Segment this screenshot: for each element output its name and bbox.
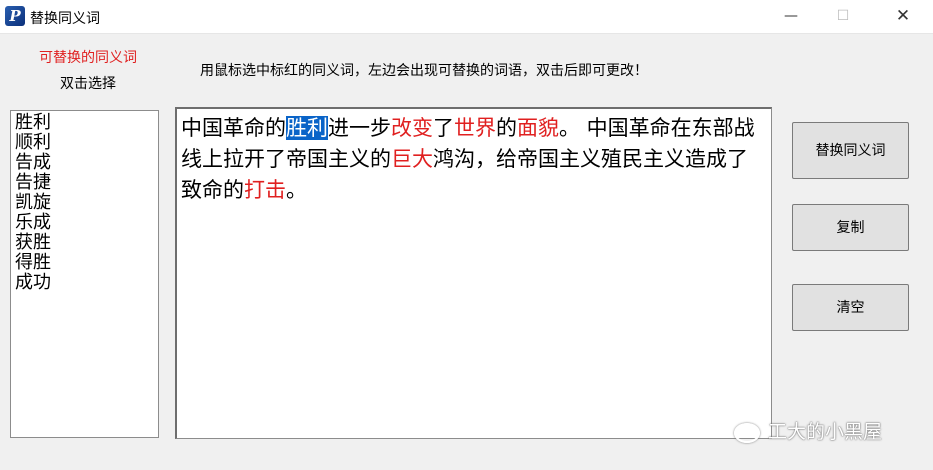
list-item[interactable]: 顺利 xyxy=(15,133,154,153)
text-segment: 。 xyxy=(286,178,307,202)
maximize-button[interactable]: ☐ xyxy=(820,0,866,33)
main-window: P 替换同义词 — ☐ ✕ 可替换的同义词 双击选择 用鼠标选中标红的同义词，左… xyxy=(0,0,933,470)
close-button[interactable]: ✕ xyxy=(880,0,926,33)
minimize-button[interactable]: — xyxy=(768,0,814,33)
list-item[interactable]: 获胜 xyxy=(15,233,154,253)
app-icon: P xyxy=(5,6,25,26)
clear-button[interactable]: 清空 xyxy=(792,284,909,331)
synonym-word[interactable]: 打击 xyxy=(244,178,286,202)
double-click-hint: 双击选择 xyxy=(60,76,116,92)
list-item[interactable]: 告捷 xyxy=(15,173,154,193)
synonym-listbox[interactable]: 胜利 顺利 告成 告捷 凯旋 乐成 获胜 得胜 成功 xyxy=(10,110,159,438)
window-title: 替换同义词 xyxy=(30,11,100,27)
list-item[interactable]: 成功 xyxy=(15,273,154,293)
list-item[interactable]: 胜利 xyxy=(15,113,154,133)
watermark-text: 工大的小黑屋 xyxy=(768,421,883,443)
synonym-word[interactable]: 面貌 xyxy=(517,116,559,140)
instruction-text: 用鼠标选中标红的同义词，左边会出现可替换的词语，双击后即可更改！ xyxy=(200,63,648,79)
watermark: 工大的小黑屋 xyxy=(734,417,882,444)
list-item[interactable]: 乐成 xyxy=(15,213,154,233)
text-segment: 进一步 xyxy=(328,116,391,140)
text-segment: 的 xyxy=(496,116,517,140)
selected-word[interactable]: 胜利 xyxy=(286,116,328,140)
replace-synonym-button[interactable]: 替换同义词 xyxy=(792,122,909,179)
list-item[interactable]: 告成 xyxy=(15,153,154,173)
text-segment: 了 xyxy=(433,116,454,140)
wechat-icon xyxy=(734,422,760,443)
synonym-word[interactable]: 世界 xyxy=(454,116,496,140)
title-bar[interactable]: P 替换同义词 — ☐ ✕ xyxy=(0,0,933,34)
synonym-word[interactable]: 巨大 xyxy=(391,147,433,171)
text-segment: 中国革命的 xyxy=(181,116,286,140)
text-editor[interactable]: 中国革命的胜利进一步改变了世界的面貌。 中国革命在东部战线上拉开了帝国主义的巨大… xyxy=(175,107,772,439)
list-item[interactable]: 凯旋 xyxy=(15,193,154,213)
copy-button[interactable]: 复制 xyxy=(792,204,909,251)
synonym-word[interactable]: 改变 xyxy=(391,116,433,140)
synonym-list-title: 可替换的同义词 xyxy=(39,50,137,66)
list-item[interactable]: 得胜 xyxy=(15,253,154,273)
